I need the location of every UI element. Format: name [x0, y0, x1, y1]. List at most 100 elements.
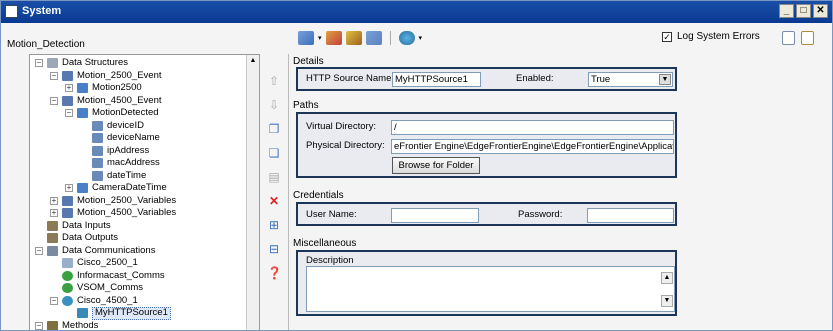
expand-icon[interactable]: + — [50, 196, 58, 205]
collapse-icon[interactable]: − — [35, 59, 43, 67]
field-icon — [92, 120, 103, 131]
tree-item[interactable]: − Cisco_4500_1 — [30, 295, 248, 308]
table-icon — [77, 183, 88, 193]
help-icon[interactable]: ❓ — [267, 266, 282, 280]
tree-item-label: macAddress — [107, 157, 160, 168]
copy-icon[interactable]: ❐ — [267, 122, 281, 136]
tree-item[interactable]: Informacast_Comms — [30, 270, 248, 283]
description-field[interactable] — [306, 266, 675, 312]
user-name-field[interactable] — [391, 208, 479, 223]
tree-item-label: Cisco_2500_1 — [77, 257, 138, 268]
tree-item-label: Motion_2500_Variables — [77, 194, 177, 206]
title-bar: System _ □ ✕ — [1, 1, 832, 23]
miscellaneous-box: Description ▲ ▼ — [296, 250, 677, 316]
chevron-down-icon[interactable]: ▼ — [659, 74, 671, 85]
scroll-up-arrow[interactable]: ▲ — [248, 56, 258, 66]
tree-item[interactable]: − Motion_4500_Event — [30, 95, 248, 108]
collapse-icon[interactable]: − — [65, 109, 73, 117]
details-box: HTTP Source Name: MyHTTPSource1 Enabled:… — [296, 67, 677, 91]
dropdown-arrow-icon[interactable]: ▾ — [419, 34, 423, 42]
enabled-select[interactable]: True ▼ — [588, 72, 673, 87]
tree-item[interactable]: + Motion_2500_Variables — [30, 195, 248, 208]
tree-item[interactable]: − Data Communications — [30, 245, 248, 258]
tree-item[interactable]: Data Outputs — [30, 232, 248, 245]
enabled-label: Enabled: — [516, 73, 554, 84]
tree-item[interactable]: + Motion2500 — [30, 82, 248, 95]
project-tree[interactable]: − Data Structures − Motion_2500_Event + Motio… — [29, 54, 260, 330]
tree-item[interactable]: macAddress — [30, 157, 248, 170]
collapse-icon[interactable]: − — [50, 96, 58, 105]
clipboard-icon[interactable]: ▤ — [267, 170, 281, 184]
expand-icon[interactable]: + — [65, 84, 73, 92]
add-method-icon[interactable] — [365, 31, 382, 45]
paste-icon[interactable]: ❏ — [267, 146, 281, 160]
description-scroll-up-arrow[interactable]: ▲ — [661, 272, 673, 284]
edit-document-icon[interactable] — [801, 31, 814, 45]
http-source-name-label: HTTP Source Name: — [306, 73, 394, 84]
add-input-icon[interactable] — [325, 31, 342, 45]
collapse-icon[interactable]: − — [50, 296, 58, 305]
move-up-icon[interactable]: ⇧ — [267, 74, 281, 88]
http-source-name-field[interactable]: MyHTTPSource1 — [392, 72, 481, 87]
tree-item-label: Informacast_Comms — [77, 269, 165, 281]
tree-item[interactable]: + CameraDateTime — [30, 182, 248, 195]
globe-icon[interactable] — [398, 31, 415, 45]
event-icon — [62, 195, 73, 206]
tree-item[interactable]: − MotionDetected — [30, 107, 248, 120]
tree-scrollbar[interactable]: ▲ — [246, 55, 259, 330]
tree-item-label: dateTime — [107, 169, 147, 181]
dropdown-arrow-icon[interactable]: ▾ — [318, 34, 322, 42]
tree-item-label: deviceID — [107, 119, 144, 131]
log-system-errors-checkbox[interactable]: ✓ — [662, 31, 672, 42]
minimize-button[interactable]: _ — [779, 4, 794, 18]
password-field[interactable] — [587, 208, 674, 223]
expand-icon[interactable]: + — [50, 209, 58, 217]
collapse-icon[interactable]: ⊟ — [267, 242, 281, 256]
delete-icon[interactable]: ✕ — [267, 194, 281, 208]
tree-item[interactable]: ipAddress — [30, 145, 248, 158]
collapse-icon[interactable]: − — [50, 71, 58, 80]
toolbar-separator — [389, 31, 391, 45]
tree-item-label: Cisco_4500_1 — [77, 294, 138, 306]
comms-icon — [47, 245, 58, 256]
window-title: System — [22, 5, 62, 17]
field-icon — [92, 158, 103, 168]
tree-item[interactable]: − Data Structures — [30, 57, 248, 70]
document-icon[interactable] — [782, 31, 795, 45]
collapse-icon[interactable]: − — [35, 321, 43, 330]
description-scroll-down-arrow[interactable]: ▼ — [661, 295, 673, 307]
browse-for-folder-button[interactable]: Browse for Folder — [392, 157, 480, 174]
tree-item[interactable]: deviceName — [30, 132, 248, 145]
tree-item[interactable]: dateTime — [30, 170, 248, 183]
paths-section-label: Paths — [293, 100, 319, 111]
log-system-errors-label: Log System Errors — [677, 31, 760, 42]
tree-item-label: ipAddress — [107, 144, 150, 156]
tree-item[interactable]: + Motion_4500_Variables — [30, 207, 248, 220]
inputs-icon — [47, 220, 58, 231]
collapse-icon[interactable]: − — [35, 246, 43, 255]
tree-item[interactable]: − Motion_2500_Event — [30, 70, 248, 83]
move-down-icon[interactable]: ⇩ — [267, 98, 281, 112]
tree-item[interactable]: Data Inputs — [30, 220, 248, 233]
maximize-button[interactable]: □ — [796, 4, 811, 18]
comm-green-icon — [62, 283, 73, 293]
add-output-icon[interactable] — [345, 31, 362, 45]
paths-box: Virtual Directory: / Physical Directory:… — [296, 112, 677, 178]
log-system-errors[interactable]: ✓ Log System Errors — [662, 31, 760, 42]
tree-item-label: Motion_4500_Variables — [77, 207, 177, 218]
expand-icon[interactable]: ⊞ — [267, 218, 281, 232]
globe-icon — [62, 295, 73, 306]
expand-icon[interactable]: + — [65, 184, 73, 192]
tree-item-label: MyHTTPSource1 — [92, 307, 171, 320]
tree-item-label: Data Structures — [62, 57, 128, 68]
tree-item[interactable]: deviceID — [30, 120, 248, 133]
tree-item[interactable]: Cisco_2500_1 — [30, 257, 248, 270]
tree-item[interactable]: − Methods — [30, 320, 248, 330]
side-toolbar: ⇧ ⇩ ❐ ❏ ▤ ✕ ⊞ ⊟ ❓ — [263, 74, 285, 280]
add-structure-icon[interactable] — [298, 31, 314, 45]
physical-directory-field[interactable]: eFrontier Engine\EdgeFrontierEngine\Edge… — [391, 139, 674, 154]
close-button[interactable]: ✕ — [813, 4, 828, 18]
tree-item[interactable]: MyHTTPSource1 — [30, 307, 248, 320]
tree-item[interactable]: VSOM_Comms — [30, 282, 248, 295]
virtual-directory-field[interactable]: / — [391, 120, 674, 135]
